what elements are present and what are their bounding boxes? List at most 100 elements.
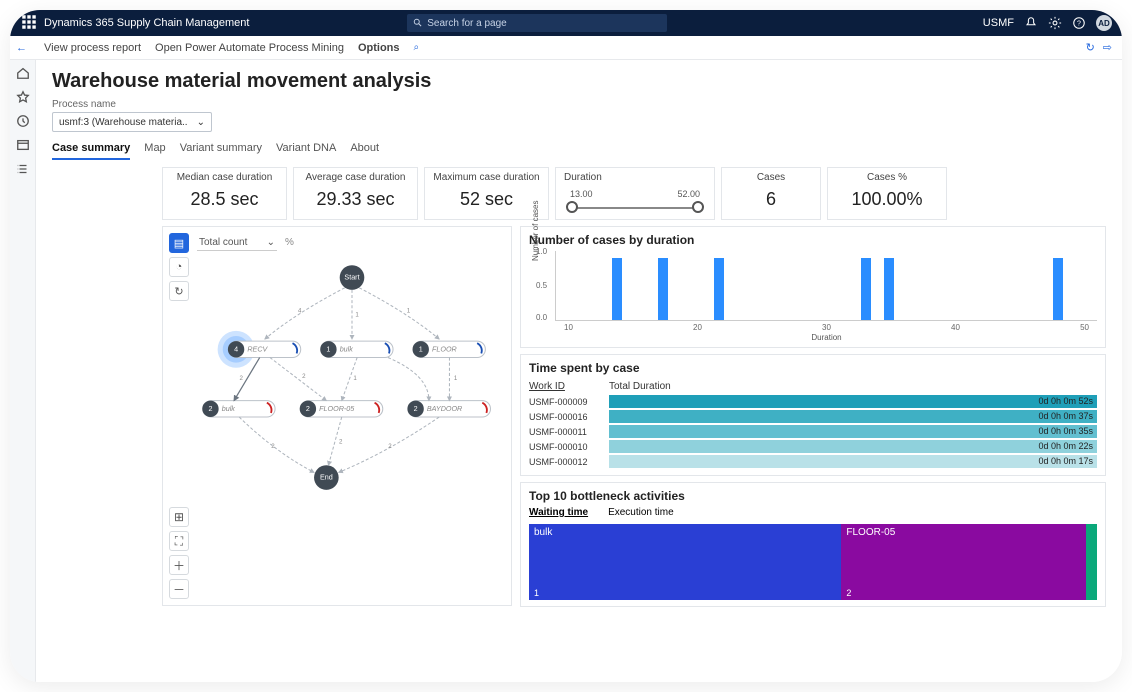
modules-icon[interactable] (16, 138, 30, 152)
svg-text:4: 4 (298, 307, 302, 314)
time-spent-row[interactable]: USMF-000010 0d 0h 0m 22s (529, 439, 1097, 454)
time-spent-row[interactable]: USMF-000009 0d 0h 0m 52s (529, 394, 1097, 409)
back-button[interactable]: ← (16, 42, 27, 54)
duration-min: 13.00 (570, 189, 593, 199)
cases-by-duration-title: Number of cases by duration (529, 233, 1097, 247)
tab-map[interactable]: Map (144, 142, 165, 160)
cell-count: 2 (846, 588, 851, 598)
treemap-cell[interactable]: FLOOR-052 (841, 524, 1085, 600)
slider-knob-max[interactable] (692, 201, 704, 213)
chart-bar (1053, 258, 1063, 320)
card-duration-label: Duration (564, 172, 706, 183)
duration-bar: 0d 0h 0m 17s (609, 455, 1097, 468)
star-icon[interactable] (16, 90, 30, 104)
card-cases-pct-label: Cases % (836, 172, 938, 183)
map-tool-highlight[interactable]: ▤ (169, 233, 189, 253)
tab-variant-summary[interactable]: Variant summary (180, 142, 262, 160)
tab-case-summary[interactable]: Case summary (52, 142, 130, 160)
map-tool-refresh[interactable]: ↻ (169, 281, 189, 301)
gear-icon[interactable] (1048, 16, 1062, 30)
work-id: USMF-000012 (529, 457, 609, 467)
treemap-cell[interactable] (1086, 524, 1097, 600)
search-placeholder: Search for a page (427, 18, 507, 29)
svg-text:4: 4 (234, 345, 238, 353)
map-tool-filter[interactable]: ◔ (169, 257, 189, 277)
duration-bar: 0d 0h 0m 35s (609, 425, 1097, 438)
action-options[interactable]: Options (358, 42, 400, 54)
svg-text:2: 2 (306, 405, 310, 413)
card-duration-slider[interactable]: Duration 13.00 52.00 (555, 167, 715, 220)
map-zoom-out[interactable]: － (169, 579, 189, 599)
time-spent-title: Time spent by case (529, 361, 1097, 375)
duration-bar: 0d 0h 0m 22s (609, 440, 1097, 453)
card-max-value: 52 sec (433, 189, 540, 210)
duration-max: 52.00 (677, 189, 700, 199)
card-average: Average case duration 29.33 sec (293, 167, 418, 220)
svg-text:1: 1 (353, 375, 357, 382)
list-icon[interactable] (16, 162, 30, 176)
attach-icon[interactable]: ⇨ (1103, 41, 1112, 54)
tab-variant-dna[interactable]: Variant DNA (276, 142, 336, 160)
time-spent-col-workid[interactable]: Work ID (529, 381, 609, 392)
card-cases-label: Cases (730, 172, 812, 183)
card-average-label: Average case duration (302, 172, 409, 183)
process-map-panel: ▤ ◔ ↻ Total count ⌄ % ⊞ ⛶ ＋ － (162, 226, 512, 606)
org-label: USMF (983, 17, 1014, 29)
metric-row: Median case duration 28.5 sec Average ca… (162, 167, 1106, 220)
chart-bar (884, 258, 894, 320)
svg-text:End: End (320, 474, 333, 482)
global-header: Dynamics 365 Supply Chain Management Sea… (10, 10, 1122, 36)
map-measure-dropdown[interactable]: Total count ⌄ (197, 237, 277, 251)
card-median-label: Median case duration (171, 172, 278, 183)
global-search[interactable]: Search for a page (407, 14, 667, 32)
svg-text:2: 2 (414, 405, 418, 413)
svg-text:1: 1 (326, 345, 330, 353)
svg-text:2: 2 (240, 375, 244, 382)
cell-name: bulk (534, 527, 836, 538)
cases-by-duration-chart: 1.0 0.5 0.0 10 20 30 40 50 Duration (555, 251, 1097, 321)
map-view-grid[interactable]: ⊞ (169, 507, 189, 527)
duration-text: 0d 0h 0m 37s (1038, 411, 1093, 421)
svg-text:2: 2 (271, 443, 275, 450)
time-spent-row[interactable]: USMF-000011 0d 0h 0m 35s (529, 424, 1097, 439)
chevron-down-icon: ⌄ (267, 237, 275, 248)
bottleneck-tab-waiting[interactable]: Waiting time (529, 507, 588, 520)
svg-text:bulk: bulk (222, 405, 236, 413)
treemap-cell[interactable]: bulk1 (529, 524, 841, 600)
help-icon[interactable]: ? (1072, 16, 1086, 30)
refresh-icon[interactable]: ↻ (1086, 41, 1095, 54)
action-search-icon[interactable]: ⌕ (414, 42, 420, 53)
bottleneck-treemap: bulk1FLOOR-052 (529, 524, 1097, 600)
map-zoom-in[interactable]: ＋ (169, 555, 189, 575)
time-spent-row[interactable]: USMF-000016 0d 0h 0m 37s (529, 409, 1097, 424)
time-spent-row[interactable]: USMF-000012 0d 0h 0m 17s (529, 454, 1097, 469)
xtick: 30 (822, 323, 831, 332)
process-map[interactable]: Start 4 RECV 1 bulk 1 FLOOR (193, 257, 511, 575)
process-name-select[interactable]: usmf:3 (Warehouse materia.. ⌄ (52, 112, 212, 132)
svg-text:BAYDOOR: BAYDOOR (427, 405, 462, 413)
map-unit: % (285, 237, 294, 248)
svg-text:RECV: RECV (247, 345, 268, 353)
action-open-pam[interactable]: Open Power Automate Process Mining (155, 42, 344, 54)
action-bar: ← View process report Open Power Automat… (10, 36, 1122, 60)
bell-icon[interactable] (1024, 16, 1038, 30)
work-id: USMF-000009 (529, 397, 609, 407)
duration-text: 0d 0h 0m 35s (1038, 426, 1093, 436)
tab-about[interactable]: About (350, 142, 379, 160)
app-title: Dynamics 365 Supply Chain Management (44, 17, 249, 29)
svg-text:?: ? (1077, 21, 1081, 28)
search-icon (413, 18, 423, 28)
avatar[interactable]: AD (1096, 15, 1112, 31)
recent-icon[interactable] (16, 114, 30, 128)
time-spent-col-duration[interactable]: Total Duration (609, 381, 671, 392)
bottleneck-tab-execution[interactable]: Execution time (608, 507, 674, 520)
map-view-fullscreen[interactable]: ⛶ (169, 531, 189, 551)
duration-text: 0d 0h 0m 17s (1038, 456, 1093, 466)
ytick: 0.5 (536, 281, 547, 290)
slider-knob-min[interactable] (566, 201, 578, 213)
app-launcher-icon[interactable] (20, 13, 38, 34)
duration-slider[interactable] (564, 201, 706, 215)
action-view-report[interactable]: View process report (44, 42, 141, 54)
xtick: 10 (564, 323, 573, 332)
home-icon[interactable] (16, 66, 30, 80)
